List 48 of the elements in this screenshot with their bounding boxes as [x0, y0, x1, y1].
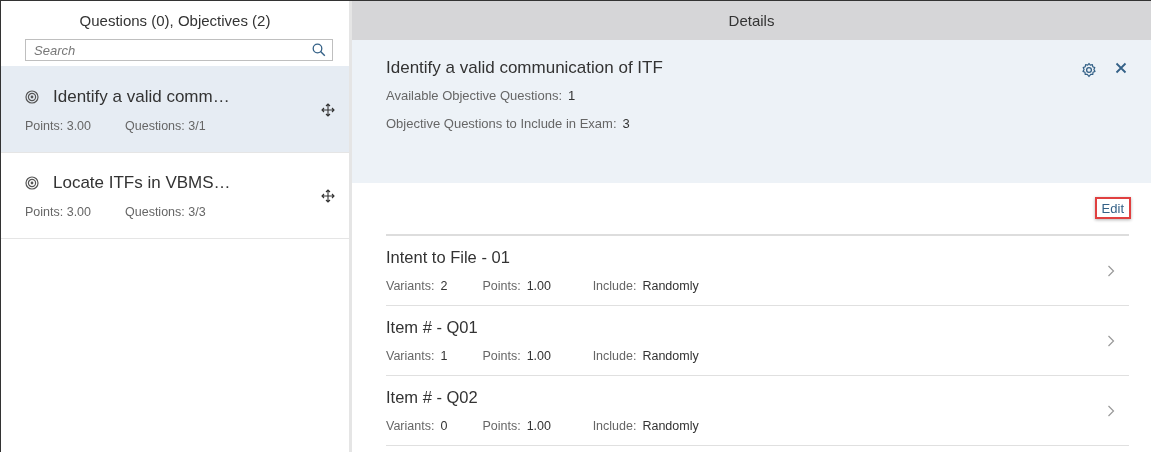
objective-title: Identify a valid comm…	[53, 87, 230, 107]
details-title: Details	[728, 12, 775, 29]
points-label: Points:	[482, 349, 521, 363]
points-label: Points:	[482, 419, 521, 433]
points-label: Points:	[482, 279, 521, 293]
variants-label: Variants:	[386, 349, 435, 363]
move-icon[interactable]	[321, 189, 335, 203]
target-icon	[25, 90, 39, 104]
include-value: Randomly	[642, 279, 699, 293]
include-value: Randomly	[642, 419, 699, 433]
variants-label: Variants:	[386, 419, 435, 433]
points-value: 1.00	[526, 419, 552, 433]
variants-value: 2	[440, 279, 449, 293]
move-icon[interactable]	[321, 103, 335, 117]
close-icon[interactable]	[1115, 62, 1127, 74]
question-title: Item # - Q01	[386, 318, 479, 337]
include-value: Randomly	[642, 349, 699, 363]
field-value: 1	[568, 88, 576, 103]
points-text: Points: 3.00	[25, 205, 91, 219]
search-field[interactable]: Search	[25, 39, 333, 61]
include-label: Include:	[592, 279, 637, 293]
objective-item[interactable]: Locate ITFs in VBMS… Points: 3.00 Questions: 3/3	[1, 152, 349, 239]
settings-icon[interactable]	[1081, 62, 1097, 78]
questions-text: Questions: 3/3	[125, 205, 206, 219]
include-label: Include:	[592, 419, 637, 433]
edit-button[interactable]: Edit	[1094, 197, 1131, 219]
variants-value: 0	[440, 419, 449, 433]
objective-item[interactable]: Identify a valid comm… Points: 3.00 Questions: 3/1	[1, 66, 349, 153]
panel-title: Questions (0), Objectives (2)	[79, 11, 271, 29]
variants-label: Variants:	[386, 279, 435, 293]
include-label: Include:	[592, 349, 637, 363]
question-item[interactable]: Item # - Q01 Variants: 1 Points: 1.00 Include: Randomly	[386, 306, 1129, 376]
questions-text: Questions: 3/1	[125, 119, 206, 133]
variants-value: 1	[440, 349, 449, 363]
points-text: Points: 3.00	[25, 119, 91, 133]
question-title: Item # - Q02	[386, 388, 479, 407]
search-icon[interactable]	[312, 43, 326, 57]
points-value: 1.00	[526, 349, 552, 363]
question-item[interactable]: Intent to File - 01 Variants: 2 Points: 1.00 Include: Randomly	[386, 236, 1129, 306]
field-label: Available Objective Questions:	[386, 88, 563, 103]
target-icon	[25, 176, 39, 190]
question-title: Intent to File - 01	[386, 248, 511, 267]
question-item[interactable]: Item # - Q02 Variants: 0 Points: 1.00 Include: Randomly	[386, 376, 1129, 446]
field-value: 3	[622, 116, 630, 131]
objective-title: Identify a valid communication of ITF	[386, 58, 663, 78]
field-label: Objective Questions to Include in Exam:	[386, 116, 617, 131]
points-value: 1.00	[526, 279, 552, 293]
objective-title: Locate ITFs in VBMS…	[53, 173, 231, 193]
